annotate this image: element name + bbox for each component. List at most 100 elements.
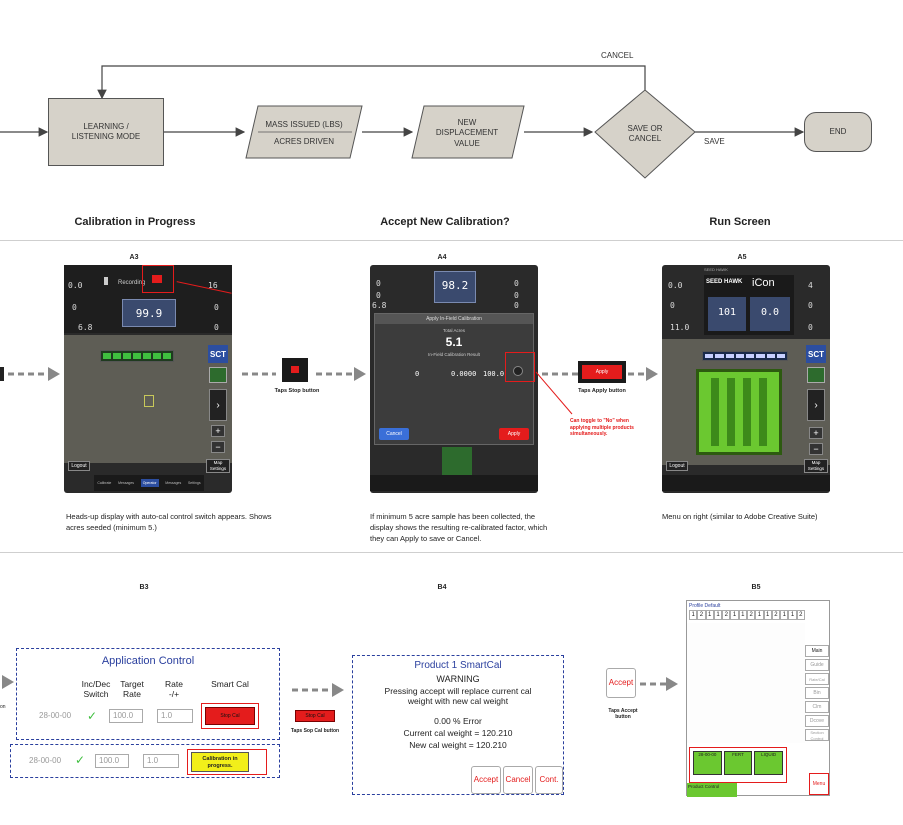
b3-row2-target-input[interactable]: 100.0 — [95, 754, 129, 768]
b5-section[interactable]: 2 — [746, 610, 756, 620]
b3-side-text: on — [0, 704, 6, 710]
screen-b4: Product 1 SmartCal WARNING Pressing acce… — [352, 655, 564, 795]
pause-icon[interactable] — [104, 277, 108, 285]
a3-map-settings-button[interactable]: Map Settings — [206, 459, 230, 473]
b5-section[interactable]: 1 — [780, 610, 789, 620]
b4-b5-caption: Taps Accept button — [608, 708, 638, 720]
a3-highlight — [142, 265, 174, 293]
a3-zoom-in-button[interactable]: + — [211, 425, 225, 437]
b5-menu-button[interactable]: Menu — [809, 773, 829, 795]
b5-section[interactable]: 1 — [788, 610, 797, 620]
section-title-accept: Accept New Calibration? — [380, 216, 510, 228]
a5-zoom-in-button[interactable]: + — [809, 427, 823, 439]
b5-menu-dcove[interactable]: Dcove — [805, 715, 829, 727]
a3-nav-calibrate[interactable]: Calibrate — [97, 481, 111, 485]
screen-a3-label: A3 — [129, 254, 139, 261]
a3-sct-button[interactable]: SCT — [208, 345, 228, 363]
a3-nav-messages-2[interactable]: Messages — [165, 481, 181, 485]
a4-val-right-3: 0 — [514, 301, 519, 310]
screen-a3: 0.0 0 6.8 Recording 16 0 0 99.9 SCT › + … — [64, 265, 232, 493]
b5-section[interactable]: 1 — [705, 610, 714, 620]
a3-val-right-2: 0 — [214, 303, 219, 312]
a3-logout-button[interactable]: Logout — [68, 461, 90, 471]
screen-a4: 0 0 6.8 0 0 0 98.2 Apply In-Field Calibr… — [370, 265, 538, 493]
b5-menu-bin[interactable]: Bin — [805, 687, 829, 699]
b5-menu-rate-cal[interactable]: Rate/Cal — [805, 673, 829, 685]
b5-section[interactable]: 2 — [771, 610, 781, 620]
divider-bottom — [0, 552, 903, 553]
a5-logout-button[interactable]: Logout — [666, 461, 688, 471]
a4-row-value-2: 0.0000 — [451, 370, 477, 378]
a4-row-value-1: 0 — [415, 370, 420, 378]
screen-b5: Profile Default 1 2 1 1 2 1 1 2 1 1 2 1 … — [686, 600, 830, 797]
b3-row1-target-input[interactable]: 100.0 — [109, 709, 143, 723]
a4-map-strip — [442, 447, 472, 477]
b5-menu-main[interactable]: Main — [805, 645, 829, 657]
b5-section[interactable]: 1 — [738, 610, 747, 620]
b5-section[interactable]: 1 — [689, 610, 698, 620]
a3-nav-messages[interactable]: Messages — [118, 481, 134, 485]
b5-menu-clm[interactable]: Clm — [805, 701, 829, 713]
end-node: END — [804, 112, 872, 152]
b4-error: 0.00 % Error — [434, 716, 482, 726]
b3-stop-cal-button[interactable]: Stop Cal — [205, 707, 255, 725]
learning-mode-box: LEARNING / LISTENING MODE — [48, 98, 164, 166]
b3-row1-check-icon[interactable]: ✓ — [87, 709, 97, 723]
b4-cont-button[interactable]: Cont. — [535, 766, 563, 794]
a3-nav-operator[interactable]: Operator — [140, 479, 159, 487]
b4-cancel-button[interactable]: Cancel — [503, 766, 533, 794]
b5-section[interactable]: 2 — [697, 610, 706, 620]
b5-section[interactable]: 1 — [763, 610, 772, 620]
a5-header-brand: SEED HAWK — [704, 267, 728, 272]
a5-val-left-2: 0 — [670, 301, 675, 310]
a5-map-settings-button[interactable]: Map Settings — [804, 459, 828, 473]
a5-chevron-right-icon[interactable]: › — [807, 389, 825, 421]
b5-product[interactable]: LIQUID — [754, 751, 784, 775]
b5-section[interactable]: 2 — [796, 610, 805, 620]
a3-gps-button[interactable] — [209, 367, 227, 383]
a5-val-right-2: 0 — [808, 301, 813, 310]
b4-warning: WARNING — [436, 674, 480, 684]
a5-zoom-out-button[interactable]: − — [809, 443, 823, 455]
b5-section[interactable]: 2 — [722, 610, 731, 620]
b5-status-panel — [805, 605, 829, 643]
b5-menu-section-control[interactable]: Section Control — [805, 729, 829, 741]
a3-zoom-out-button[interactable]: − — [211, 441, 225, 453]
b3-row1-rate-input[interactable]: 1.0 — [157, 709, 193, 723]
b3-row2-check-icon[interactable]: ✓ — [75, 753, 85, 767]
entry-marker — [0, 367, 4, 381]
a3-nav-bar: Calibrate Messages Operator Messages Set… — [94, 475, 204, 491]
screen-b3-label: B3 — [139, 584, 149, 591]
a5-sct-button[interactable]: SCT — [806, 345, 826, 363]
b3-row1-product: 28-00-00 — [39, 711, 72, 720]
b5-menu-guide[interactable]: Guide — [805, 659, 829, 671]
stop-icon — [291, 366, 299, 373]
a3-nav-settings[interactable]: Settings — [188, 481, 201, 485]
b5-section[interactable]: 1 — [730, 610, 739, 620]
save-or-cancel-label: SAVE OR CANCEL — [627, 124, 663, 144]
a3-a4-caption: Taps Stop button — [274, 388, 320, 394]
screen-b3: Application Control Inc/Dec Switch Targe… — [16, 648, 280, 740]
b5-section[interactable]: 1 — [713, 610, 723, 620]
a4-a5-caption: Taps Apply button — [578, 388, 626, 394]
section-title-run: Run Screen — [709, 216, 771, 228]
mass-issued-label: MASS ISSUED (LBS) — [265, 120, 343, 129]
a5-gps-button[interactable] — [807, 367, 825, 383]
apply-button-zoom: Apply — [578, 361, 626, 383]
a3-chevron-right-icon[interactable]: › — [209, 389, 227, 421]
b5-section[interactable]: 1 — [755, 610, 764, 620]
b5-product[interactable]: 28-00-00 — [693, 751, 722, 775]
b5-product[interactable]: FERT — [723, 751, 753, 775]
stop-cal-zoom: Stop Cal — [295, 710, 335, 722]
b4-accept-button[interactable]: Accept — [471, 766, 501, 794]
a4-apply-button[interactable]: Apply — [499, 428, 529, 440]
b5-product-row: 28-00-00 FERT LIQUID — [693, 751, 784, 775]
b3-col-target: Target Rate — [120, 679, 144, 700]
a4-apply-toggle[interactable] — [513, 366, 523, 376]
a4-total-acres: 5.1 — [445, 335, 463, 349]
a4-cancel-button[interactable]: Cancel — [379, 428, 409, 440]
b5-map-area[interactable] — [687, 623, 805, 743]
b3-row2-rate-input[interactable]: 1.0 — [143, 754, 179, 768]
b5-product-control-button[interactable]: Product Control — [687, 783, 737, 797]
screen-a5-label: A5 — [737, 254, 747, 261]
